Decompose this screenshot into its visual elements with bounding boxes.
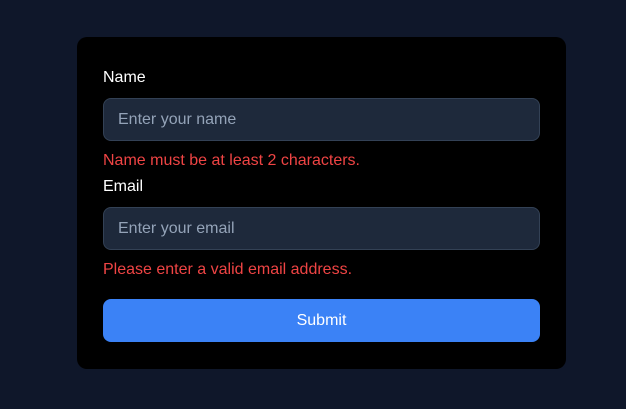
email-error-message: Please enter a valid email address.: [103, 261, 353, 278]
submit-button[interactable]: Submit: [103, 299, 540, 342]
name-label: Name: [103, 69, 146, 86]
contact-form-card: Name Name must be at least 2 characters.…: [77, 37, 566, 369]
name-error-message: Name must be at least 2 characters.: [103, 152, 360, 169]
email-label: Email: [103, 178, 144, 195]
name-input[interactable]: [103, 98, 540, 141]
email-input[interactable]: [103, 207, 540, 250]
